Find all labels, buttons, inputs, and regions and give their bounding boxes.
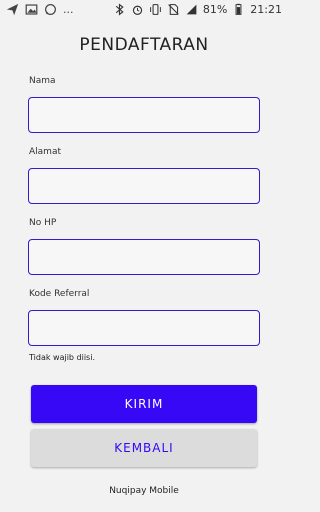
referral-hint: Tidak wajib diisi. xyxy=(29,353,95,362)
referral-label: Kode Referral xyxy=(29,289,90,299)
submit-button[interactable]: KIRIM xyxy=(31,385,257,423)
phone-label: No HP xyxy=(29,218,57,228)
back-button[interactable]: KEMBALI xyxy=(31,429,257,467)
status-bar-left: ... xyxy=(6,3,74,16)
battery-icon xyxy=(232,3,245,16)
no-sim-icon xyxy=(167,3,180,16)
page-title: PENDAFTARAN xyxy=(79,35,209,55)
whatsapp-icon xyxy=(44,3,57,16)
phone-field[interactable] xyxy=(28,239,260,275)
image-icon xyxy=(25,3,38,16)
bluetooth-icon xyxy=(113,3,126,16)
name-field[interactable] xyxy=(28,97,260,133)
overflow-indicator: ... xyxy=(63,3,74,16)
address-label: Alamat xyxy=(29,147,61,157)
clock: 21:21 xyxy=(250,3,282,16)
address-field[interactable] xyxy=(28,168,260,204)
app-name-footer: Nuqipay Mobile xyxy=(109,486,179,496)
battery-percent: 81% xyxy=(202,3,228,16)
vibrate-icon xyxy=(149,3,162,16)
name-label: Nama xyxy=(29,76,56,86)
alarm-icon xyxy=(131,3,144,16)
status-bar-right: 81% 21:21 xyxy=(113,3,282,16)
status-bar: ... 81% 21:21 xyxy=(0,0,288,20)
signal-icon xyxy=(185,3,198,16)
send-icon xyxy=(6,3,19,16)
referral-code-field[interactable] xyxy=(28,310,260,346)
